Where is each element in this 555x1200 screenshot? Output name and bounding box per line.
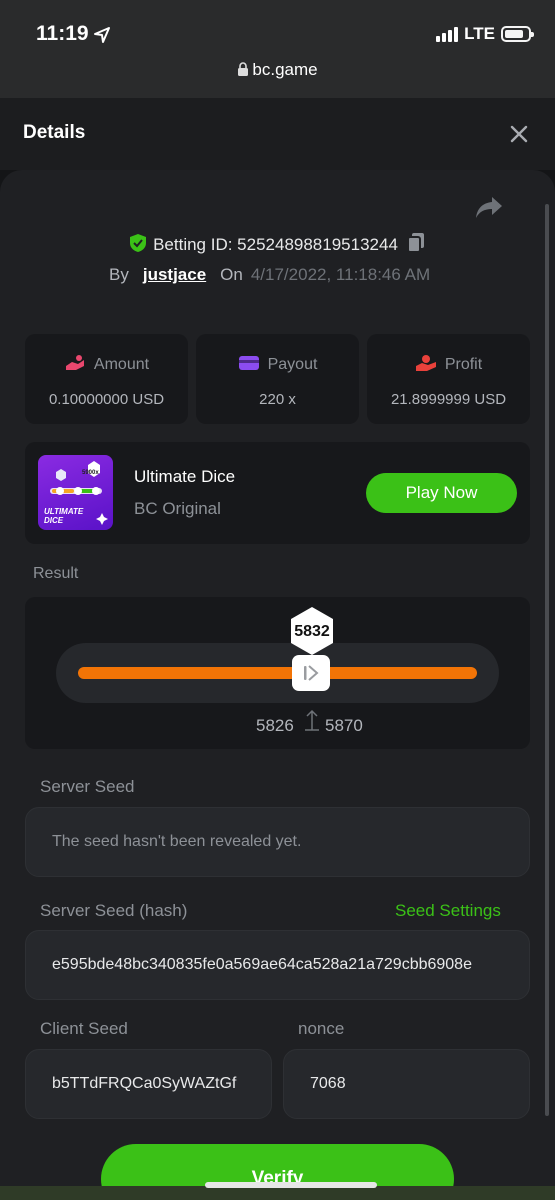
server-seed-hash-field[interactable]: e595bde48bc340835fe0a569ae64ca528a21a729… [25,930,530,1000]
range-high: 5870 [325,716,363,735]
card-icon [238,356,259,370]
betting-id: Betting ID: 52524898819513244 [153,235,398,254]
server-seed-field: The seed hasn't been revealed yet. [25,807,530,877]
status-indicators: LTE [436,24,534,44]
share-icon[interactable] [474,194,504,220]
game-card: 5900x ULTIMATE DICE Ultimate Dice BC Ori… [25,442,530,544]
thumb-title: ULTIMATE DICE [44,507,84,525]
betting-id-row: Betting ID: 52524898819513244 [0,232,555,255]
seed-settings-link[interactable]: Seed Settings [395,901,501,921]
modal-header: Details [0,98,555,170]
bet-owner-row: By justjace On 4/17/2022, 11:18:46 AM [109,265,430,285]
bottom-bar [0,1186,555,1200]
username-link[interactable]: justjace [143,265,206,284]
network-type: LTE [464,24,495,43]
game-provider: BC Original [134,499,221,518]
server-seed-label: Server Seed [40,777,135,796]
game-name[interactable]: Ultimate Dice [134,467,235,487]
payout-card: Payout 220 x [196,334,359,424]
lock-icon [238,62,249,76]
by-label: By [109,265,129,284]
url-bar[interactable]: bc.game [0,60,555,80]
scrollbar[interactable] [545,204,549,1116]
arrow-up-icon [305,709,319,731]
server-seed-hash-label: Server Seed (hash) [40,901,188,920]
nonce-label: nonce [298,1019,345,1038]
amount-card: Amount 0.10000000 USD [25,334,188,424]
amount-value: 0.10000000 USD [48,391,165,408]
bet-date: 4/17/2022, 11:18:46 AM [250,265,431,284]
on-label: On [220,265,243,284]
nonce-field[interactable]: 7068 [283,1049,530,1119]
profit-card: Profit 21.8999999 USD [367,334,530,424]
profit-value: 21.8999999 USD [390,391,507,408]
handle-grip-icon [304,665,319,681]
thumb-badge: 5900x [82,470,99,476]
money-hand-icon [65,355,84,370]
payout-value: 220 x [259,391,296,408]
battery-icon [501,26,534,42]
result-label: Result [33,565,79,582]
url-text: bc.game [252,60,318,79]
client-seed-label: Client Seed [40,1019,128,1038]
signal-icon [436,26,459,42]
shield-check-icon [130,234,147,252]
payout-label: Payout [267,356,318,373]
slider-handle [292,655,330,691]
status-time: 11:19 [36,22,89,45]
result-value: 5832 [294,623,330,640]
profit-label: Profit [444,356,483,373]
close-icon[interactable] [509,124,529,144]
page-title: Details [23,122,86,143]
profit-hand-icon [415,355,436,371]
play-now-button[interactable]: Play Now [366,473,517,513]
browser-chrome [0,0,555,98]
game-thumbnail: 5900x ULTIMATE DICE [38,455,113,530]
home-indicator[interactable] [205,1182,377,1188]
copy-icon[interactable] [406,232,426,254]
range-low: 5826 [256,716,294,735]
result-slider-fill [78,667,477,679]
amount-label: Amount [93,356,150,373]
location-arrow-icon [94,27,110,43]
client-seed-field[interactable]: b5TTdFRQCa0SyWAZtGf [25,1049,272,1119]
